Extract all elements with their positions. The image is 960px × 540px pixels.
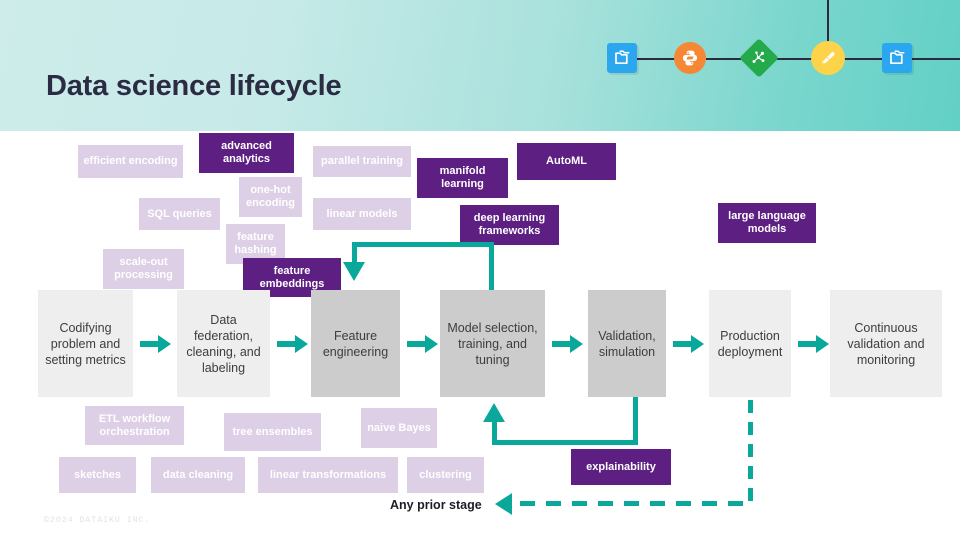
tag-data-cleaning[interactable]: data cleaning [151, 457, 245, 493]
tag-tree-ensembles[interactable]: tree ensembles [224, 413, 321, 451]
stage-arrow-1-body [140, 341, 159, 347]
flow-connector-vertical [827, 0, 829, 42]
loop-bottom-right-vertical [633, 397, 638, 445]
tag-manifold-learning[interactable]: manifold learning [417, 158, 508, 198]
tag-automl[interactable]: AutoML [517, 143, 616, 180]
dashed-return-arrowhead [495, 493, 512, 515]
flow-connector-4 [843, 58, 884, 60]
loop-bottom-arrowhead [483, 403, 505, 422]
flow-node-dataset-2[interactable] [882, 43, 912, 73]
any-prior-stage-label: Any prior stage [390, 498, 482, 512]
dashed-return-vertical [748, 400, 753, 504]
model-recipe-icon [739, 38, 779, 78]
stage-box-data-federation[interactable]: Data federation, cleaning, and labeling [177, 290, 270, 397]
loop-top-arrowhead [343, 262, 365, 281]
tag-linear-models[interactable]: linear models [313, 198, 411, 230]
stage-arrow-5-head [691, 335, 704, 353]
slide-canvas: Data science lifecycle efficient encodin… [0, 0, 960, 540]
stage-arrow-6-body [798, 341, 817, 347]
prepare-recipe-icon [811, 41, 845, 75]
tag-naive-bayes[interactable]: naive Bayes [361, 408, 437, 448]
stage-arrow-2-body [277, 341, 296, 347]
stage-arrow-1-head [158, 335, 171, 353]
tag-one-hot-encoding[interactable]: one-hot encoding [239, 177, 302, 217]
tag-etl-workflow-orchestration[interactable]: ETL workflow orchestration [85, 406, 184, 445]
tag-parallel-training[interactable]: parallel training [313, 146, 411, 177]
tag-linear-transformations[interactable]: linear transformations [258, 457, 398, 493]
tag-deep-learning-frameworks[interactable]: deep learning frameworks [460, 205, 559, 245]
stage-arrow-2-head [295, 335, 308, 353]
stage-box-production-deployment[interactable]: Production deployment [709, 290, 791, 397]
loop-top-horizontal [352, 242, 494, 247]
loop-top-right-vertical [489, 242, 494, 292]
stage-box-feature-engineering[interactable]: Feature engineering [311, 290, 400, 397]
tag-sql-queries[interactable]: SQL queries [139, 198, 220, 230]
page-title: Data science lifecycle [46, 70, 342, 102]
stage-box-validation-simulation[interactable]: Validation, simulation [588, 290, 666, 397]
stage-box-continuous-validation[interactable]: Continuous validation and monitoring [830, 290, 942, 397]
tag-explainability[interactable]: explainability [571, 449, 671, 485]
dataset-icon [882, 43, 912, 73]
stage-arrow-4-head [570, 335, 583, 353]
flow-connector-3 [776, 58, 814, 60]
dashed-return-horizontal [520, 501, 751, 506]
tag-efficient-encoding[interactable]: efficient encoding [78, 145, 183, 178]
stage-box-codifying-problem[interactable]: Codifying problem and setting metrics [38, 290, 133, 397]
tag-sketches[interactable]: sketches [59, 457, 136, 493]
tag-scale-out-processing[interactable]: scale-out processing [103, 249, 184, 289]
loop-top-left-vertical [352, 242, 357, 264]
copyright-footer: ©2024 DATAIKU INC. [44, 515, 151, 525]
stage-arrow-5-body [673, 341, 692, 347]
tag-clustering[interactable]: clustering [407, 457, 484, 493]
loop-bottom-left-vertical [492, 420, 497, 445]
stage-box-model-selection[interactable]: Model selection, training, and tuning [440, 290, 545, 397]
flow-node-python-recipe[interactable] [674, 42, 706, 74]
dataset-icon [607, 43, 637, 73]
stage-arrow-6-head [816, 335, 829, 353]
loop-bottom-horizontal [492, 440, 638, 445]
stage-arrow-3-body [407, 341, 426, 347]
stage-arrow-3-head [425, 335, 438, 353]
flow-connector-5 [912, 58, 960, 60]
tag-advanced-analytics[interactable]: advanced analytics [199, 133, 294, 173]
flow-node-prepare-recipe[interactable] [811, 41, 845, 75]
flow-node-model-recipe[interactable] [739, 38, 779, 78]
flow-node-dataset-1[interactable] [607, 43, 637, 73]
python-recipe-icon [674, 42, 706, 74]
stage-arrow-4-body [552, 341, 571, 347]
tag-large-language-models[interactable]: large language models [718, 203, 816, 243]
